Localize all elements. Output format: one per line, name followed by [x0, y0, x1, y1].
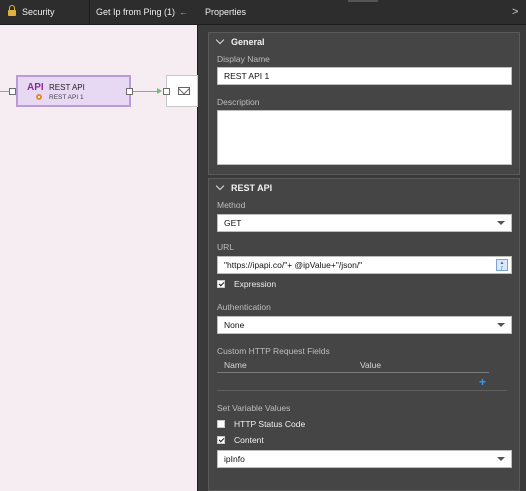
workflow-canvas[interactable]: API REST API REST API 1	[0, 25, 198, 491]
method-label: Method	[217, 200, 246, 210]
properties-panel: General Display Name REST API 1 Descript…	[198, 25, 526, 491]
email-node[interactable]	[166, 75, 198, 107]
lock-icon	[8, 5, 16, 16]
tab-bar: Security Get Ip from Ping (1) ← Propertie…	[0, 0, 526, 25]
plus-icon[interactable]: +	[479, 375, 486, 389]
chevron-down-icon	[215, 181, 225, 191]
panel-splitter-handle[interactable]	[348, 0, 378, 2]
display-name-field[interactable]: REST API 1	[217, 67, 512, 85]
display-name-label: Display Name	[217, 54, 270, 64]
tab-get-ip-label: Get Ip from Ping (1)	[96, 7, 176, 17]
chevron-down-icon	[497, 221, 505, 225]
input-port[interactable]	[9, 88, 16, 95]
url-field[interactable]: "https://ipapi.co/"+ @ipValue+"/json/" ▲…	[217, 256, 512, 274]
column-header-name: Name	[224, 360, 247, 370]
mail-icon	[178, 87, 190, 95]
content-variable-value: ipInfo	[224, 454, 245, 464]
expression-checkbox[interactable]	[217, 280, 225, 288]
chevron-down-icon	[215, 35, 225, 45]
content-variable-select[interactable]: ipInfo	[217, 450, 512, 468]
description-label: Description	[217, 97, 260, 107]
general-section: General Display Name REST API 1 Descript…	[208, 32, 520, 175]
method-select[interactable]: GET	[217, 214, 512, 232]
url-expression-icon[interactable]: ▲ ƒ	[496, 259, 508, 271]
connector-arrowhead	[157, 88, 162, 94]
custom-fields-label: Custom HTTP Request Fields	[217, 346, 330, 356]
table-divider	[217, 390, 507, 391]
tab-properties[interactable]: Properties	[198, 0, 498, 24]
content-label: Content	[234, 435, 264, 445]
tab-security-label: Security	[22, 7, 55, 17]
content-checkbox[interactable]	[217, 436, 225, 444]
authentication-label: Authentication	[217, 302, 271, 312]
output-port[interactable]	[126, 88, 133, 95]
set-variable-values-label: Set Variable Values	[217, 403, 291, 413]
collapse-panel-icon[interactable]: >	[512, 0, 518, 24]
column-header-value: Value	[360, 360, 382, 370]
node-subtitle: REST API 1	[49, 94, 84, 101]
tab-get-ip-from-ping[interactable]: Get Ip from Ping (1) ←	[90, 0, 198, 24]
rest-api-section-header[interactable]: REST API	[215, 181, 273, 193]
method-value: GET	[224, 218, 242, 228]
api-badge: API	[27, 82, 44, 93]
expression-label: Expression	[234, 279, 277, 289]
custom-fields-table-header: Name Value	[217, 360, 489, 373]
tab-properties-label: Properties	[205, 7, 247, 17]
chevron-down-icon	[497, 323, 505, 327]
description-field[interactable]	[217, 110, 512, 165]
http-status-checkbox[interactable]	[217, 420, 225, 428]
tab-security[interactable]: Security	[0, 0, 90, 24]
outgoing-connector	[133, 91, 159, 92]
chevron-down-icon	[497, 457, 505, 461]
rest-api-section: REST API Method GET URL "https://ipapi.c…	[208, 178, 520, 491]
authentication-value: None	[224, 320, 245, 330]
general-section-header[interactable]: General	[215, 35, 265, 47]
general-header-label: General	[231, 37, 265, 47]
gear-icon	[36, 94, 42, 100]
rest-api-node[interactable]: API REST API REST API 1	[16, 75, 131, 107]
email-input-port[interactable]	[163, 88, 170, 95]
back-arrow-icon[interactable]: ←	[179, 7, 188, 17]
url-value: "https://ipapi.co/"+ @ipValue+"/json/"	[224, 260, 363, 270]
node-title: REST API	[49, 83, 85, 92]
http-status-label: HTTP Status Code	[234, 419, 306, 429]
authentication-select[interactable]: None	[217, 316, 512, 334]
rest-api-header-label: REST API	[231, 183, 273, 193]
url-label: URL	[217, 242, 235, 252]
